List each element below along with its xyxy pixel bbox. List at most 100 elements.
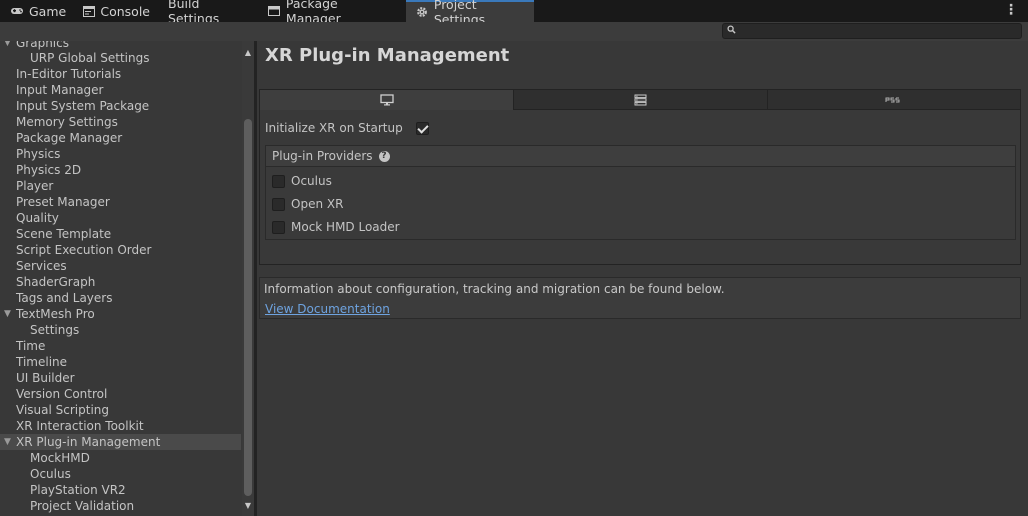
platform-settings-panel: Initialize XR on Startup Plug-in Provide… <box>259 89 1021 265</box>
tab-build-settings[interactable]: Build Settings <box>158 0 258 26</box>
desktop-monitor-icon <box>379 94 394 106</box>
expand-triangle-icon[interactable]: ▼ <box>4 306 11 322</box>
provider-row-open-xr: Open XR <box>272 196 343 212</box>
sidebar-item-tags-and-layers[interactable]: Tags and Layers <box>0 290 241 306</box>
settings-main-panel: XR Plug-in Management Initialize XR on S… <box>257 41 1028 516</box>
sidebar-item-scene-template[interactable]: Scene Template <box>0 226 241 242</box>
sidebar-item-label: PlayStation VR2 <box>30 483 126 497</box>
sidebar-item-player[interactable]: Player <box>0 178 241 194</box>
provider-open-xr-checkbox[interactable] <box>272 197 285 211</box>
sidebar-item-physics[interactable]: Physics <box>0 146 241 162</box>
sidebar-item-label: URP Global Settings <box>30 51 150 65</box>
sidebar-item-in-editor-tutorials[interactable]: In-Editor Tutorials <box>0 66 241 82</box>
gamepad-icon <box>10 4 24 18</box>
sidebar-item-label: Physics <box>16 147 61 161</box>
server-icon <box>634 94 647 105</box>
provider-mock-hmd-loader-checkbox[interactable] <box>272 220 285 234</box>
sidebar-item-label: In-Editor Tutorials <box>16 67 122 81</box>
sidebar-item-label: Tags and Layers <box>16 291 113 305</box>
search-input[interactable] <box>722 23 1022 39</box>
sidebar-item-quality[interactable]: Quality <box>0 210 241 226</box>
sidebar-item-label: XR Interaction Toolkit <box>16 419 144 433</box>
provider-oculus-checkbox[interactable] <box>272 174 285 188</box>
sidebar-item-script-execution-order[interactable]: Script Execution Order <box>0 242 241 258</box>
search-icon <box>727 25 736 34</box>
sidebar-item-label: Timeline <box>16 355 68 369</box>
sidebar-item-label: Quality <box>16 211 59 225</box>
expand-triangle-icon[interactable]: ▼ <box>4 434 11 450</box>
tab-project-settings[interactable]: Project Settings <box>406 0 534 27</box>
sidebar-item-services[interactable]: Services <box>0 258 241 274</box>
provider-label: Mock HMD Loader <box>291 220 400 234</box>
plugin-providers-box: Plug-in Providers ? Oculus Open XR Mock … <box>265 145 1016 240</box>
sidebar-item-label: Time <box>16 339 46 353</box>
tab-platform-server[interactable] <box>514 90 768 110</box>
sidebar-item-label: Preset Manager <box>16 195 110 209</box>
sidebar-item-ui-builder[interactable]: UI Builder <box>0 370 241 386</box>
tab-label: Console <box>100 3 150 19</box>
page-title: XR Plug-in Management <box>265 45 510 66</box>
initialize-xr-label: Initialize XR on Startup <box>265 121 403 135</box>
sidebar-item-input-system-package[interactable]: Input System Package <box>0 98 241 114</box>
plugin-providers-header: Plug-in Providers ? <box>266 146 1015 167</box>
sidebar-item-textmesh-settings[interactable]: Settings <box>0 322 241 338</box>
sidebar-item-shadergraph[interactable]: ShaderGraph <box>0 274 241 290</box>
sidebar-item-visual-scripting[interactable]: Visual Scripting <box>0 402 241 418</box>
sidebar-item-textmesh-pro[interactable]: ▼ TextMesh Pro <box>0 306 241 322</box>
sidebar-item-package-manager[interactable]: Package Manager <box>0 130 241 146</box>
help-icon[interactable]: ? <box>378 150 390 162</box>
provider-row-mock-hmd-loader: Mock HMD Loader <box>272 219 400 235</box>
sidebar-item-label: Services <box>16 259 67 273</box>
provider-label: Oculus <box>291 174 332 188</box>
scrollbar-thumb[interactable] <box>244 119 252 496</box>
initialize-xr-row: Initialize XR on Startup <box>265 120 429 136</box>
scroll-up-arrow-icon[interactable]: ▲ <box>242 47 254 59</box>
sidebar-item-xr-plug-in-management[interactable]: ▼ XR Plug-in Management <box>0 434 241 450</box>
sidebar-item-urp-global-settings[interactable]: URP Global Settings <box>0 50 241 66</box>
sidebar-item-label: Visual Scripting <box>16 403 109 417</box>
sidebar-item-label: Player <box>16 179 54 193</box>
sidebar-item-label: Graphics <box>16 41 69 50</box>
sidebar-item-label: Memory Settings <box>16 115 118 129</box>
documentation-info-box: Information about configuration, trackin… <box>259 277 1021 319</box>
tab-label: Game <box>29 3 67 19</box>
sidebar-item-xr-interaction-toolkit[interactable]: XR Interaction Toolkit <box>0 418 241 434</box>
sidebar-item-label: Input Manager <box>16 83 104 97</box>
plugin-providers-title: Plug-in Providers <box>272 149 373 163</box>
sidebar-item-label: UI Builder <box>16 371 75 385</box>
provider-label: Open XR <box>291 197 344 211</box>
sidebar-item-playstation-vr2[interactable]: PlayStation VR2 <box>0 482 241 498</box>
tab-game[interactable]: Game <box>0 0 66 22</box>
sidebar-item-timeline[interactable]: Timeline <box>0 354 241 370</box>
tab-console[interactable]: Console <box>72 0 160 22</box>
sidebar-item-oculus[interactable]: Oculus <box>0 466 241 482</box>
info-text: Information about configuration, trackin… <box>264 282 725 296</box>
search-row <box>0 22 1028 42</box>
sidebar-item-input-manager[interactable]: Input Manager <box>0 82 241 98</box>
sidebar-item-version-control[interactable]: Version Control <box>0 386 241 402</box>
view-documentation-link[interactable]: View Documentation <box>265 302 390 316</box>
console-icon <box>82 4 95 18</box>
sidebar-item-project-validation[interactable]: Project Validation <box>0 498 241 514</box>
sidebar-item-label: Scene Template <box>16 227 112 241</box>
tab-package-manager[interactable]: Package Manager <box>258 0 398 26</box>
sidebar-item-label: Version Control <box>16 387 108 401</box>
sidebar-scrollbar[interactable]: ▲ ▼ <box>242 41 254 516</box>
tab-platform-ps5[interactable] <box>768 90 1020 110</box>
more-options-icon[interactable]: ⋮ <box>1004 2 1018 18</box>
sidebar-item-mockhmd[interactable]: MockHMD <box>0 450 241 466</box>
scroll-down-arrow-icon[interactable]: ▼ <box>242 500 254 512</box>
tab-platform-desktop[interactable] <box>260 90 514 110</box>
sidebar-item-label: Package Manager <box>16 131 123 145</box>
provider-row-oculus: Oculus <box>272 173 332 189</box>
sidebar-item-time[interactable]: Time <box>0 338 241 354</box>
sidebar-item-label: Settings <box>30 323 80 337</box>
sidebar-item-label: TextMesh Pro <box>16 307 95 321</box>
sidebar-item-preset-manager[interactable]: Preset Manager <box>0 194 241 210</box>
sidebar-item-physics-2d[interactable]: Physics 2D <box>0 162 241 178</box>
package-icon <box>268 4 281 18</box>
sidebar-item-label: Input System Package <box>16 99 150 113</box>
initialize-xr-checkbox[interactable] <box>415 121 429 135</box>
sidebar-item-memory-settings[interactable]: Memory Settings <box>0 114 241 130</box>
sidebar-item-label: Physics 2D <box>16 163 82 177</box>
